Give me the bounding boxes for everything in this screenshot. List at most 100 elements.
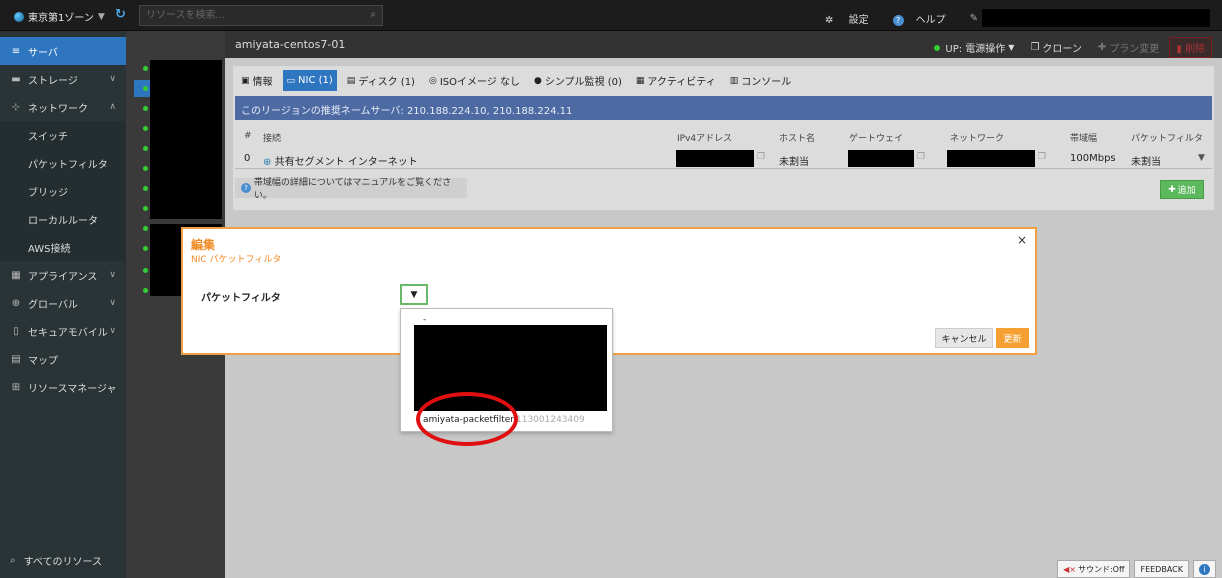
sidebar-item-map[interactable]: ▤ マップ (0, 345, 126, 373)
status-dot (143, 206, 148, 211)
tab-console[interactable]: ▥ コンソール (726, 70, 796, 91)
pen-icon: ✎ (969, 12, 978, 24)
column-header: ゲートウェイ (849, 134, 904, 144)
sound-toggle[interactable]: ◀× サウンド:Off (1057, 560, 1131, 578)
storage-icon: ▬ (11, 73, 21, 85)
status-dot (143, 246, 148, 251)
sidebar-item-secure-mobile[interactable]: ▯ セキュアモバイル ∨ (0, 317, 126, 345)
feedback-button[interactable]: FEEDBACK (1134, 560, 1189, 578)
plan-change-button[interactable]: ✚ プラン変更 (1098, 40, 1159, 55)
tab-activity[interactable]: ▦ アクティビティ (632, 70, 720, 91)
sidebar-item-label: ストレージ (28, 75, 78, 87)
gear-icon: ✲ (825, 14, 837, 26)
copy-icon[interactable]: ❐ (757, 152, 765, 162)
plan-change-label: プラン変更 (1109, 44, 1160, 55)
network-icon: ⊹ (11, 101, 21, 113)
sidebar-subitem-label: ローカルルータ (28, 215, 98, 227)
dropdown-option-none[interactable]: - (423, 315, 426, 325)
chevron-up-icon: ∧ (109, 102, 116, 112)
tab-monitoring[interactable]: ● シンプル監視 (0) (530, 70, 626, 91)
sidebar-item-global[interactable]: ⊕ グローバル ∨ (0, 289, 126, 317)
chevron-down-icon: ▼ (97, 11, 105, 22)
refresh-icon[interactable]: ↻ (115, 7, 126, 22)
column-header: 接続 (263, 134, 282, 144)
sidebar-subitem-packetfilter[interactable]: パケットフィルタ (0, 149, 126, 177)
table-row[interactable]: 0 ⊕ 共有セグメント インターネット ❐ 未割当 ❐ ❐ 100Mbps 未割… (235, 149, 1212, 169)
sidebar-subitem-label: ブリッジ (28, 187, 68, 199)
highlight-circle (416, 392, 518, 446)
tab-iso[interactable]: ◎ ISOイメージ なし (425, 70, 524, 91)
copy-icon: ❐ (1030, 42, 1040, 53)
all-resources-link[interactable]: ⌕ すべてのリソース (10, 553, 102, 568)
ipv4-redacted (676, 150, 754, 167)
dialog-title: 編集 (191, 238, 216, 252)
top-bar: 東京第1ゾーン ▼ ↻ ⌕ ✲ 設定 ? ヘルプ ✎ (0, 0, 1222, 31)
search-input[interactable] (140, 6, 350, 25)
column-header: ホスト名 (779, 134, 816, 144)
delete-button[interactable]: ▮ 削除 (1169, 37, 1212, 58)
info-button[interactable]: i (1193, 560, 1216, 578)
clone-button[interactable]: ❐ クローン (1030, 40, 1081, 55)
copy-icon[interactable]: ❐ (917, 152, 925, 162)
sidebar-subitem-aws[interactable]: AWS接続 (0, 233, 126, 261)
status-dot (143, 126, 148, 131)
tab-disk[interactable]: ▤ ディスク (1) (343, 70, 419, 91)
sidebar-item-label: マップ (28, 355, 58, 367)
settings-link[interactable]: ✲ 設定 (825, 11, 881, 26)
tab-label: ISOイメージ なし (439, 77, 520, 88)
chevron-down-icon[interactable]: ▼ (1198, 153, 1205, 163)
plan-icon: ✚ (1097, 42, 1107, 53)
column-header: # (244, 131, 252, 141)
sidebar-item-resource-manager[interactable]: ⊞ リソースマネージャ (0, 373, 126, 401)
tab-label: アクティビティ (647, 77, 716, 88)
sidebar-subitem-local-router[interactable]: ローカルルータ (0, 205, 126, 233)
close-icon[interactable]: × (1017, 233, 1027, 247)
settings-label: 設定 (848, 14, 869, 26)
cancel-button[interactable]: キャンセル (935, 328, 993, 348)
power-menu[interactable]: UP: 電源操作 ▼ (934, 40, 1014, 55)
user-account-redacted[interactable] (982, 9, 1210, 27)
sidebar-item-label: セキュアモバイル (28, 327, 108, 339)
status-dot (934, 44, 941, 51)
help-icon: ? (892, 14, 904, 26)
mobile-icon: ▯ (13, 325, 19, 337)
top-right-menu: ✲ 設定 ? ヘルプ ✎ (825, 9, 1210, 27)
disk-icon: ▤ (346, 75, 356, 86)
sidebar-item-server[interactable]: ≡ サーバ (0, 37, 126, 65)
sidebar-item-network[interactable]: ⊹ ネットワーク ∧ (0, 93, 126, 121)
bandwidth-cell: 100Mbps (1070, 153, 1116, 164)
tab-info[interactable]: ▣ 情報 (237, 70, 277, 91)
zone-label: 東京第1ゾーン (28, 13, 94, 24)
search-icon[interactable]: ⌕ (370, 9, 376, 20)
zone-selector[interactable]: 東京第1ゾーン ▼ (14, 9, 105, 24)
globe-icon: ⊕ (263, 157, 272, 168)
hostname-cell: 未割当 (779, 157, 809, 168)
add-button[interactable]: ✚ 追加 (1160, 180, 1204, 199)
help-label: ヘルプ (915, 14, 946, 26)
map-icon: ▤ (11, 353, 21, 365)
globe-icon: ⊕ (11, 297, 21, 309)
update-button[interactable]: 更新 (996, 328, 1029, 348)
nic-icon: ▭ (286, 75, 296, 86)
packetfilter-select[interactable]: ▼ (400, 284, 428, 305)
connection-label: 共有セグメント インターネット (274, 157, 418, 168)
sidebar-item-storage[interactable]: ▬ ストレージ ∨ (0, 65, 126, 93)
copy-icon[interactable]: ❐ (1038, 152, 1046, 162)
chevron-down-icon: ∨ (109, 74, 116, 84)
server-list-redacted (150, 60, 222, 219)
sidebar-subitem-switch[interactable]: スイッチ (0, 121, 126, 149)
tab-nic[interactable]: ▭ NIC (1) (282, 70, 337, 91)
dropdown-option-id: 113001243409 (516, 415, 585, 425)
sidebar-subitem-bridge[interactable]: ブリッジ (0, 177, 126, 205)
sidebar-item-appliance[interactable]: ▦ アプライアンス ∨ (0, 261, 126, 289)
status-dot (143, 268, 148, 273)
monitor-icon: ● (533, 75, 542, 86)
column-header: パケットフィルタ (1131, 134, 1203, 144)
sidebar-subitem-label: AWS接続 (28, 243, 71, 255)
column-header: IPv4アドレス (677, 134, 733, 144)
table-header: # 接続 IPv4アドレス ホスト名 ゲートウェイ ネットワーク 帯域幅 パケッ… (235, 128, 1212, 146)
sidebar-item-label: ネットワーク (28, 103, 88, 115)
nic-panel: ▣ 情報 ▭ NIC (1) ▤ ディスク (1) ◎ ISOイメージ なし ● シンプル… (233, 66, 1214, 210)
help-link[interactable]: ? ヘルプ (892, 11, 958, 26)
packetfilter-cell: 未割当 (1131, 157, 1161, 168)
